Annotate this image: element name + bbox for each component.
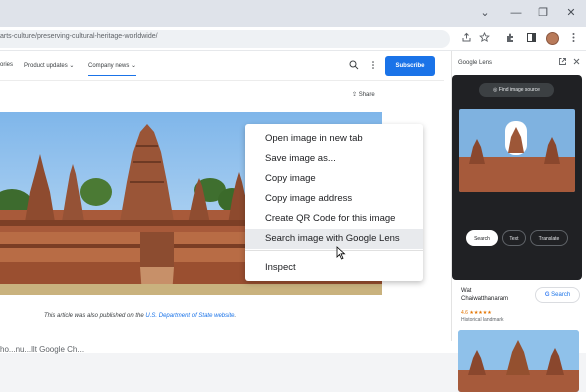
- browser-toolbar: arts-culture/preserving-cultural-heritag…: [0, 27, 586, 51]
- find-image-source-button[interactable]: ◎ Find image source: [479, 83, 554, 97]
- extensions-icon[interactable]: [504, 32, 517, 45]
- address-bar[interactable]: arts-culture/preserving-cultural-heritag…: [0, 30, 450, 48]
- maximize-button[interactable]: ❐: [536, 6, 550, 20]
- tab-search-icon[interactable]: ⌄: [478, 6, 492, 20]
- lens-title: Google Lens: [458, 60, 493, 66]
- nav-item-company-news[interactable]: Company news ⌄: [88, 62, 137, 76]
- share-icon[interactable]: [460, 32, 473, 45]
- menu-create-qr-code[interactable]: Create QR Code for this image: [245, 209, 423, 229]
- context-menu: Open image in new tab Save image as... C…: [245, 124, 423, 281]
- result-rating: 4.6 ★★★★★: [461, 310, 492, 316]
- more-icon[interactable]: [366, 60, 379, 73]
- lens-viewer: ◎ Find image source Search Text Translat…: [452, 75, 582, 280]
- menu-copy-image[interactable]: Copy image: [245, 169, 423, 189]
- caption-link[interactable]: U.S. Department of State website: [145, 313, 234, 319]
- menu-inspect[interactable]: Inspect: [245, 258, 423, 278]
- nav-item-product-updates[interactable]: Product updates ⌄: [24, 62, 74, 69]
- tab-search[interactable]: Search: [466, 230, 498, 246]
- nav-item-stories[interactable]: ories: [0, 62, 13, 68]
- lens-side-panel: Google Lens ◎ Find image source Search T…: [451, 51, 586, 392]
- site-nav: ories Product updates ⌄ Company news ⌄ S…: [0, 51, 444, 81]
- close-button[interactable]: ✕: [564, 6, 578, 20]
- menu-save-image-as[interactable]: Save image as...: [245, 149, 423, 169]
- menu-search-google-lens[interactable]: Search image with Google Lens: [245, 229, 423, 249]
- url-text[interactable]: arts-culture/preserving-cultural-heritag…: [0, 33, 158, 40]
- lens-icon: ◎: [493, 87, 498, 93]
- lens-header: Google Lens: [452, 51, 586, 75]
- menu-open-image-new-tab[interactable]: Open image in new tab: [245, 129, 423, 149]
- result-search-button[interactable]: G Search: [535, 287, 580, 303]
- mouse-cursor-icon: [336, 246, 346, 260]
- search-icon[interactable]: [347, 60, 360, 73]
- tab-translate[interactable]: Translate: [530, 230, 568, 246]
- profile-avatar[interactable]: [546, 32, 559, 45]
- lens-mode-tabs: Search Text Translate: [466, 230, 568, 246]
- tab-text[interactable]: Text: [502, 230, 526, 246]
- browser-window: ⌄ — ❐ ✕ arts-culture/preserving-cultural…: [0, 0, 586, 392]
- close-panel-icon[interactable]: [570, 57, 583, 70]
- minimize-button[interactable]: —: [509, 6, 523, 20]
- result-subtitle: Historical landmark: [461, 317, 504, 323]
- article-caption: This article was also published on the U…: [44, 313, 237, 319]
- menu-copy-image-address[interactable]: Copy image address: [245, 189, 423, 209]
- result-title[interactable]: Wat Chaiwatthanaram: [461, 287, 508, 303]
- menu-icon[interactable]: [567, 32, 580, 45]
- menu-separator: [245, 250, 423, 251]
- subscribe-button[interactable]: Subscribe: [385, 56, 435, 76]
- side-panel-icon[interactable]: [525, 32, 538, 45]
- share-button[interactable]: ⇪ Share: [352, 91, 375, 98]
- google-g-icon: G: [544, 292, 550, 298]
- share-icon: ⇪: [352, 92, 358, 98]
- lens-image-preview[interactable]: [459, 109, 575, 192]
- title-bar: ⌄ — ❐ ✕: [0, 0, 586, 27]
- result-image[interactable]: [458, 330, 579, 392]
- star-icon[interactable]: [478, 31, 491, 45]
- open-new-tab-icon[interactable]: [556, 57, 569, 70]
